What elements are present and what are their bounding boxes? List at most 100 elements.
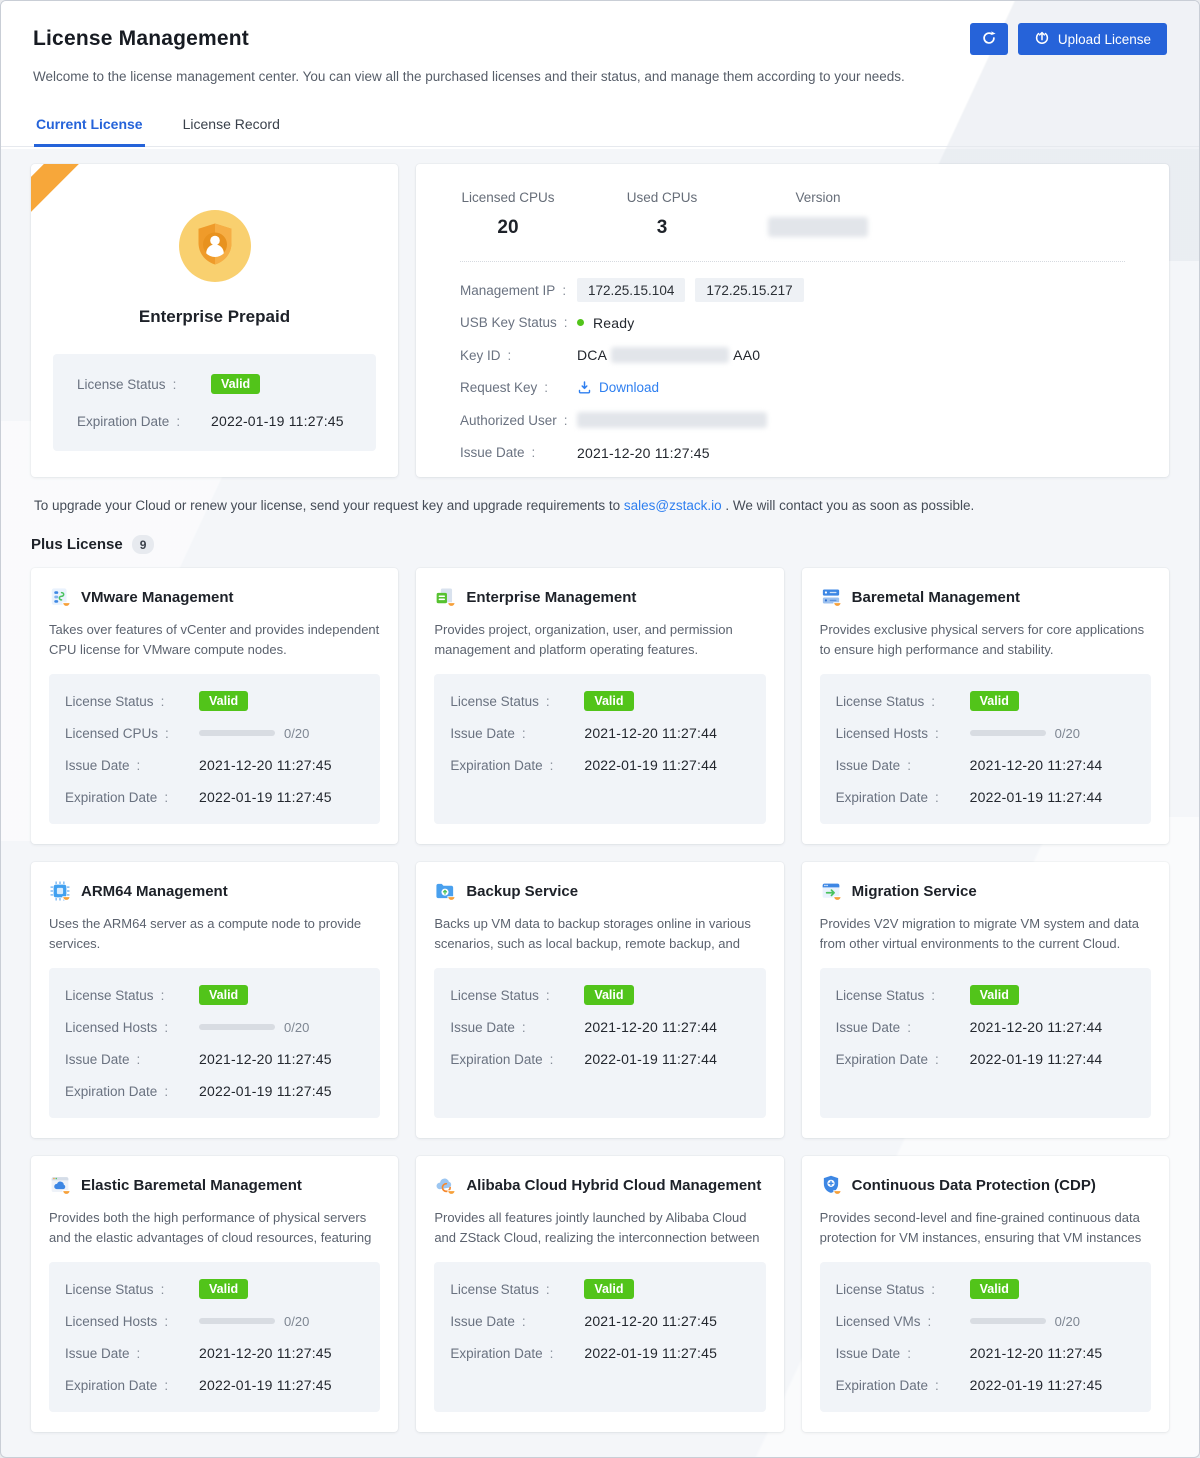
row-label: Issue Date: [65, 758, 130, 773]
license-detail-card: Licensed CPUs 20 Used CPUs 3 Version Man…: [416, 164, 1169, 477]
stat-label: Licensed CPUs: [460, 190, 556, 205]
stat-label: Used CPUs: [614, 190, 710, 205]
usage-row: Licensed Hosts: 0/20: [65, 1016, 364, 1038]
detail-value: [577, 412, 767, 428]
arm64-icon: [49, 880, 71, 902]
plus-card-title: Continuous Data Protection (CDP): [852, 1177, 1096, 1194]
row-value: 2022-01-19 11:27:45: [970, 1377, 1103, 1393]
plus-card-info-box: License Status: Valid Issue Date: 2021-1…: [820, 968, 1151, 1118]
license-management-page: License Management Upload License Welcom…: [0, 0, 1200, 1458]
upload-license-button[interactable]: Upload License: [1018, 23, 1167, 55]
download-icon: [577, 380, 592, 395]
plus-card-description: Provides project, organization, user, an…: [434, 620, 765, 660]
usage-progress-bar: [970, 1318, 1046, 1324]
usage-progress-bar: [199, 730, 275, 736]
tab-current-license[interactable]: Current License: [34, 107, 145, 147]
row-label: Expiration Date: [65, 1084, 157, 1099]
summary-stat: Used CPUs 3: [614, 190, 710, 243]
detail-row: Request Key: Download: [460, 372, 1125, 405]
plus-license-card-migration-service: Migration Service Provides V2V migration…: [802, 862, 1169, 1138]
usage-progress-bar: [970, 730, 1046, 736]
detail-label: Request Key: [460, 380, 537, 395]
row-label: Licensed Hosts: [65, 1314, 157, 1329]
usage-ratio: 0/20: [284, 1020, 309, 1035]
stat-value: 3: [614, 217, 710, 239]
tab-license-record[interactable]: License Record: [181, 107, 282, 147]
row-label: License Status: [836, 1282, 925, 1297]
info-row: Expiration Date: 2022-01-19 11:27:45: [65, 1080, 364, 1102]
plus-card-info-box: License Status: Valid Licensed CPUs: 0/2…: [49, 674, 380, 824]
enterprise-icon: [434, 586, 456, 608]
vmware-icon: [49, 586, 71, 608]
row-label: License Status: [65, 1282, 154, 1297]
row-value: 2022-01-19 11:27:44: [970, 1051, 1103, 1067]
row-value: 2021-12-20 11:27:45: [970, 1345, 1103, 1361]
row-label: License Status: [450, 694, 539, 709]
row-label: Expiration Date: [836, 1378, 928, 1393]
row-label: Issue Date: [65, 1346, 130, 1361]
row-value: 2022-01-19 11:27:45: [211, 413, 344, 429]
management-ip-chip: 172.25.15.104: [577, 278, 685, 302]
license-shield-icon: [179, 210, 251, 282]
usage-ratio: 0/20: [284, 726, 309, 741]
info-row: Issue Date: 2021-12-20 11:27:44: [450, 1016, 749, 1038]
license-summary-box: License Status: Valid Expiration Date: 2…: [53, 354, 376, 451]
plus-card-info-box: License Status: Valid Issue Date: 2021-1…: [434, 674, 765, 824]
row-value: 2022-01-19 11:27:45: [199, 1377, 332, 1393]
row-value: 2021-12-20 11:27:45: [199, 1345, 332, 1361]
row-label: Issue Date: [450, 1314, 515, 1329]
status-badge: Valid: [199, 1279, 248, 1299]
usage-ratio: 0/20: [284, 1314, 309, 1329]
usage-row: Licensed VMs: 0/20: [836, 1310, 1135, 1332]
page-subtitle: Welcome to the license management center…: [33, 69, 1167, 84]
upload-icon: [1034, 30, 1050, 49]
plus-license-card-elastic-baremetal-management: Elastic Baremetal Management Provides bo…: [31, 1156, 398, 1432]
row-label: Expiration Date: [836, 790, 928, 805]
status-badge: Valid: [199, 691, 248, 711]
plus-card-description: Backs up VM data to backup storages onli…: [434, 914, 765, 954]
plus-card-description: Provides all features jointly launched b…: [434, 1208, 765, 1248]
stat-value: 20: [460, 217, 556, 239]
license-status-row: License Status: Valid: [450, 984, 749, 1006]
plus-license-card-vmware-management: VMware Management Takes over features of…: [31, 568, 398, 844]
row-value: 2021-12-20 11:27:45: [584, 1313, 717, 1329]
current-license-section: Enterprise Prepaid License Status: Valid…: [31, 164, 1169, 477]
row-label: License Status: [77, 377, 166, 392]
plus-license-card-alibaba-cloud-hybrid-cloud-management: Alibaba Cloud Hybrid Cloud Management Pr…: [416, 1156, 783, 1432]
detail-label: Key ID: [460, 348, 501, 363]
row-value: 2022-01-19 11:27:44: [584, 757, 717, 773]
info-row: Issue Date: 2021-12-20 11:27:45: [65, 1342, 364, 1364]
usage-progress-bar: [199, 1024, 275, 1030]
license-status-row: License Status: Valid: [836, 1278, 1135, 1300]
info-row: Issue Date: 2021-12-20 11:27:45: [450, 1310, 749, 1332]
sales-email-link[interactable]: sales@zstack.io: [624, 498, 722, 513]
row-value: 2021-12-20 11:27:44: [584, 725, 717, 741]
detail-value: Ready: [577, 315, 634, 331]
usage-row: Licensed Hosts: 0/20: [836, 722, 1135, 744]
row-label: Expiration Date: [77, 414, 169, 429]
row-label: License Status: [450, 1282, 539, 1297]
refresh-button[interactable]: [970, 23, 1008, 55]
row-label: License Status: [836, 988, 925, 1003]
usage-row: Licensed Hosts: 0/20: [65, 1310, 364, 1332]
row-label: Expiration Date: [450, 758, 542, 773]
row-label: Issue Date: [836, 1020, 901, 1035]
download-request-key-link[interactable]: Download: [599, 380, 659, 395]
info-row: Expiration Date: 2022-01-19 11:27:45: [65, 1374, 364, 1396]
detail-row: Issue Date: 2021-12-20 11:27:45: [460, 437, 1125, 470]
row-label: Licensed Hosts: [836, 726, 928, 741]
row-value: 2022-01-19 11:27:45: [199, 789, 332, 805]
plus-card-description: Provides both the high performance of ph…: [49, 1208, 380, 1248]
plus-card-info-box: License Status: Valid Licensed Hosts: 0/…: [49, 968, 380, 1118]
usage-row: Licensed CPUs: 0/20: [65, 722, 364, 744]
management-ip-chip: 172.25.15.217: [695, 278, 803, 302]
row-label: Issue Date: [450, 1020, 515, 1035]
alibaba-cloud-icon: [434, 1174, 456, 1196]
plus-license-count-badge: 9: [132, 535, 155, 554]
detail-row: Key ID: DCAAA0: [460, 339, 1125, 372]
status-badge: Valid: [970, 985, 1019, 1005]
info-row: Expiration Date: 2022-01-19 11:27:45: [450, 1342, 749, 1364]
row-label: License Status: [65, 988, 154, 1003]
plus-card-title: ARM64 Management: [81, 883, 228, 900]
detail-label: USB Key Status: [460, 315, 557, 330]
